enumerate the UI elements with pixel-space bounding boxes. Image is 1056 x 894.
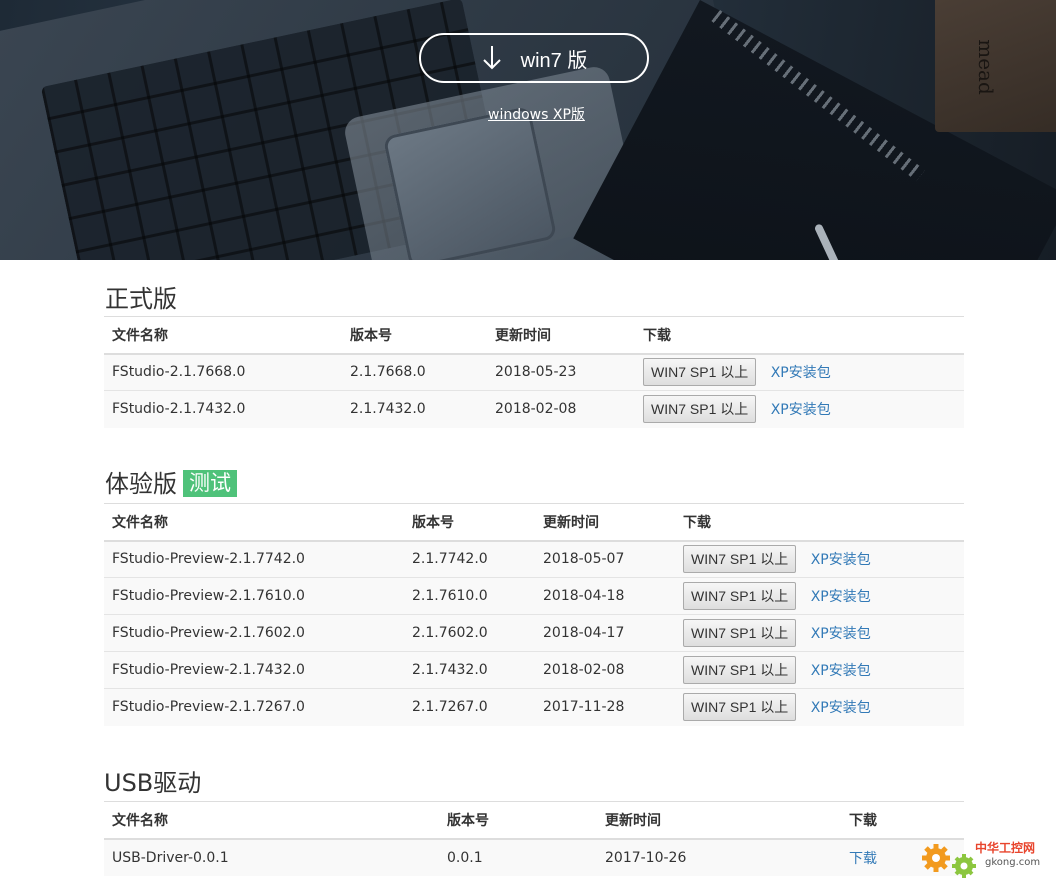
- version-cell: 2.1.7610.0: [404, 577, 535, 615]
- version-cell: 2.1.7602.0: [404, 614, 535, 652]
- watermark-text: 中华工控网: [975, 841, 1036, 855]
- xp-package-link[interactable]: XP安装包: [771, 365, 831, 381]
- win7-sp1-button[interactable]: WIN7 SP1 以上: [683, 582, 797, 610]
- version-cell: 2.1.7668.0: [342, 353, 487, 391]
- win7-sp1-button[interactable]: WIN7 SP1 以上: [683, 656, 797, 684]
- win7-sp1-button[interactable]: WIN7 SP1 以上: [643, 395, 757, 424]
- win7-sp1-button[interactable]: WIN7 SP1 以上: [683, 545, 797, 574]
- win7-sp1-button[interactable]: WIN7 SP1 以上: [683, 619, 797, 647]
- table-row: USB-Driver-0.0.1 0.0.1 2017-10-26 下载: [104, 838, 964, 876]
- table-row: FStudio-Preview-2.1.7432.0 2.1.7432.0 20…: [104, 651, 964, 689]
- date-cell: 2018-02-08: [535, 651, 675, 689]
- download-cell: WIN7 SP1 以上 XP安装包: [675, 614, 964, 652]
- download-cell: WIN7 SP1 以上 XP安装包: [675, 651, 964, 689]
- xp-package-link[interactable]: XP安装包: [811, 663, 871, 679]
- header-update-time: 更新时间: [535, 503, 675, 542]
- download-cell: WIN7 SP1 以上 XP安装包: [675, 688, 964, 726]
- file-name-cell: FStudio-Preview-2.1.7267.0: [104, 688, 404, 726]
- green-gear-icon: [952, 854, 976, 878]
- windows-xp-link[interactable]: windows XP版: [488, 104, 585, 124]
- xp-package-link[interactable]: XP安装包: [771, 402, 831, 418]
- header-version: 版本号: [439, 801, 597, 840]
- header-download: 下载: [635, 316, 964, 355]
- header-file-name: 文件名称: [104, 503, 404, 542]
- table-header-row: 文件名称 版本号 更新时间 下载: [104, 503, 964, 542]
- xp-package-link[interactable]: XP安装包: [811, 552, 871, 568]
- version-cell: 2.1.7432.0: [404, 651, 535, 689]
- table-row: FStudio-Preview-2.1.7742.0 2.1.7742.0 20…: [104, 540, 964, 578]
- date-cell: 2018-02-08: [487, 390, 635, 428]
- win7-button-label: win7 版: [520, 49, 588, 72]
- release-section-title: 正式版: [105, 285, 177, 313]
- file-name-cell: FStudio-Preview-2.1.7610.0: [104, 577, 404, 615]
- table-row: FStudio-Preview-2.1.7610.0 2.1.7610.0 20…: [104, 577, 964, 615]
- orange-gear-icon: [922, 844, 950, 872]
- table-header-row: 文件名称 版本号 更新时间 下载: [104, 801, 964, 840]
- xp-package-link[interactable]: XP安装包: [811, 626, 871, 642]
- usb-section-title: USB驱动: [104, 769, 202, 797]
- win7-download-button[interactable]: win7 版: [419, 33, 649, 83]
- file-name-cell: FStudio-Preview-2.1.7742.0: [104, 540, 404, 578]
- header-download: 下载: [675, 503, 964, 542]
- win7-sp1-button[interactable]: WIN7 SP1 以上: [643, 358, 757, 387]
- header-version: 版本号: [404, 503, 535, 542]
- file-name-cell: FStudio-Preview-2.1.7432.0: [104, 651, 404, 689]
- usb-table: 文件名称 版本号 更新时间 下载 USB-Driver-0.0.1 0.0.1 …: [104, 801, 964, 876]
- table-row: FStudio-Preview-2.1.7267.0 2.1.7267.0 20…: [104, 688, 964, 726]
- table-row: FStudio-2.1.7668.0 2.1.7668.0 2018-05-23…: [104, 353, 964, 391]
- header-update-time: 更新时间: [487, 316, 635, 355]
- date-cell: 2018-05-07: [535, 540, 675, 578]
- xp-package-link[interactable]: XP安装包: [811, 589, 871, 605]
- notebook-brand-text: mead: [973, 39, 998, 95]
- file-name-cell: FStudio-Preview-2.1.7602.0: [104, 614, 404, 652]
- date-cell: 2017-10-26: [597, 838, 841, 876]
- date-cell: 2018-04-17: [535, 614, 675, 652]
- download-cell: WIN7 SP1 以上 XP安装包: [675, 540, 964, 578]
- date-cell: 2018-04-18: [535, 577, 675, 615]
- date-cell: 2017-11-28: [535, 688, 675, 726]
- table-row: FStudio-Preview-2.1.7602.0 2.1.7602.0 20…: [104, 614, 964, 652]
- release-table: 文件名称 版本号 更新时间 下载 FStudio-2.1.7668.0 2.1.…: [104, 316, 964, 428]
- download-cell: WIN7 SP1 以上 XP安装包: [635, 353, 964, 391]
- arrow-down-icon: [482, 46, 501, 70]
- version-cell: 2.1.7267.0: [404, 688, 535, 726]
- preview-section-title: 体验版 测试: [105, 464, 237, 499]
- file-name-cell: USB-Driver-0.0.1: [104, 838, 439, 876]
- version-cell: 2.1.7742.0: [404, 540, 535, 578]
- file-name-cell: FStudio-2.1.7668.0: [104, 353, 342, 391]
- win7-sp1-button[interactable]: WIN7 SP1 以上: [683, 693, 797, 722]
- xp-package-link[interactable]: XP安装包: [811, 700, 871, 716]
- header-update-time: 更新时间: [597, 801, 841, 840]
- watermark-domain: gkong.com: [985, 857, 1041, 868]
- table-header-row: 文件名称 版本号 更新时间 下载: [104, 316, 964, 355]
- header-file-name: 文件名称: [104, 801, 439, 840]
- hero-banner: mead win7 版 windows XP版: [0, 0, 1056, 260]
- download-cell: WIN7 SP1 以上 XP安装包: [675, 577, 964, 615]
- version-cell: 2.1.7432.0: [342, 390, 487, 428]
- header-version: 版本号: [342, 316, 487, 355]
- date-cell: 2018-05-23: [487, 353, 635, 391]
- preview-title-text: 体验版: [105, 470, 177, 498]
- table-row: FStudio-2.1.7432.0 2.1.7432.0 2018-02-08…: [104, 390, 964, 428]
- usb-download-link[interactable]: 下载: [849, 851, 877, 867]
- header-file-name: 文件名称: [104, 316, 342, 355]
- test-badge: 测试: [183, 470, 237, 497]
- preview-table: 文件名称 版本号 更新时间 下载 FStudio-Preview-2.1.774…: [104, 503, 964, 726]
- version-cell: 0.0.1: [439, 838, 597, 876]
- download-cell: WIN7 SP1 以上 XP安装包: [635, 390, 964, 428]
- file-name-cell: FStudio-2.1.7432.0: [104, 390, 342, 428]
